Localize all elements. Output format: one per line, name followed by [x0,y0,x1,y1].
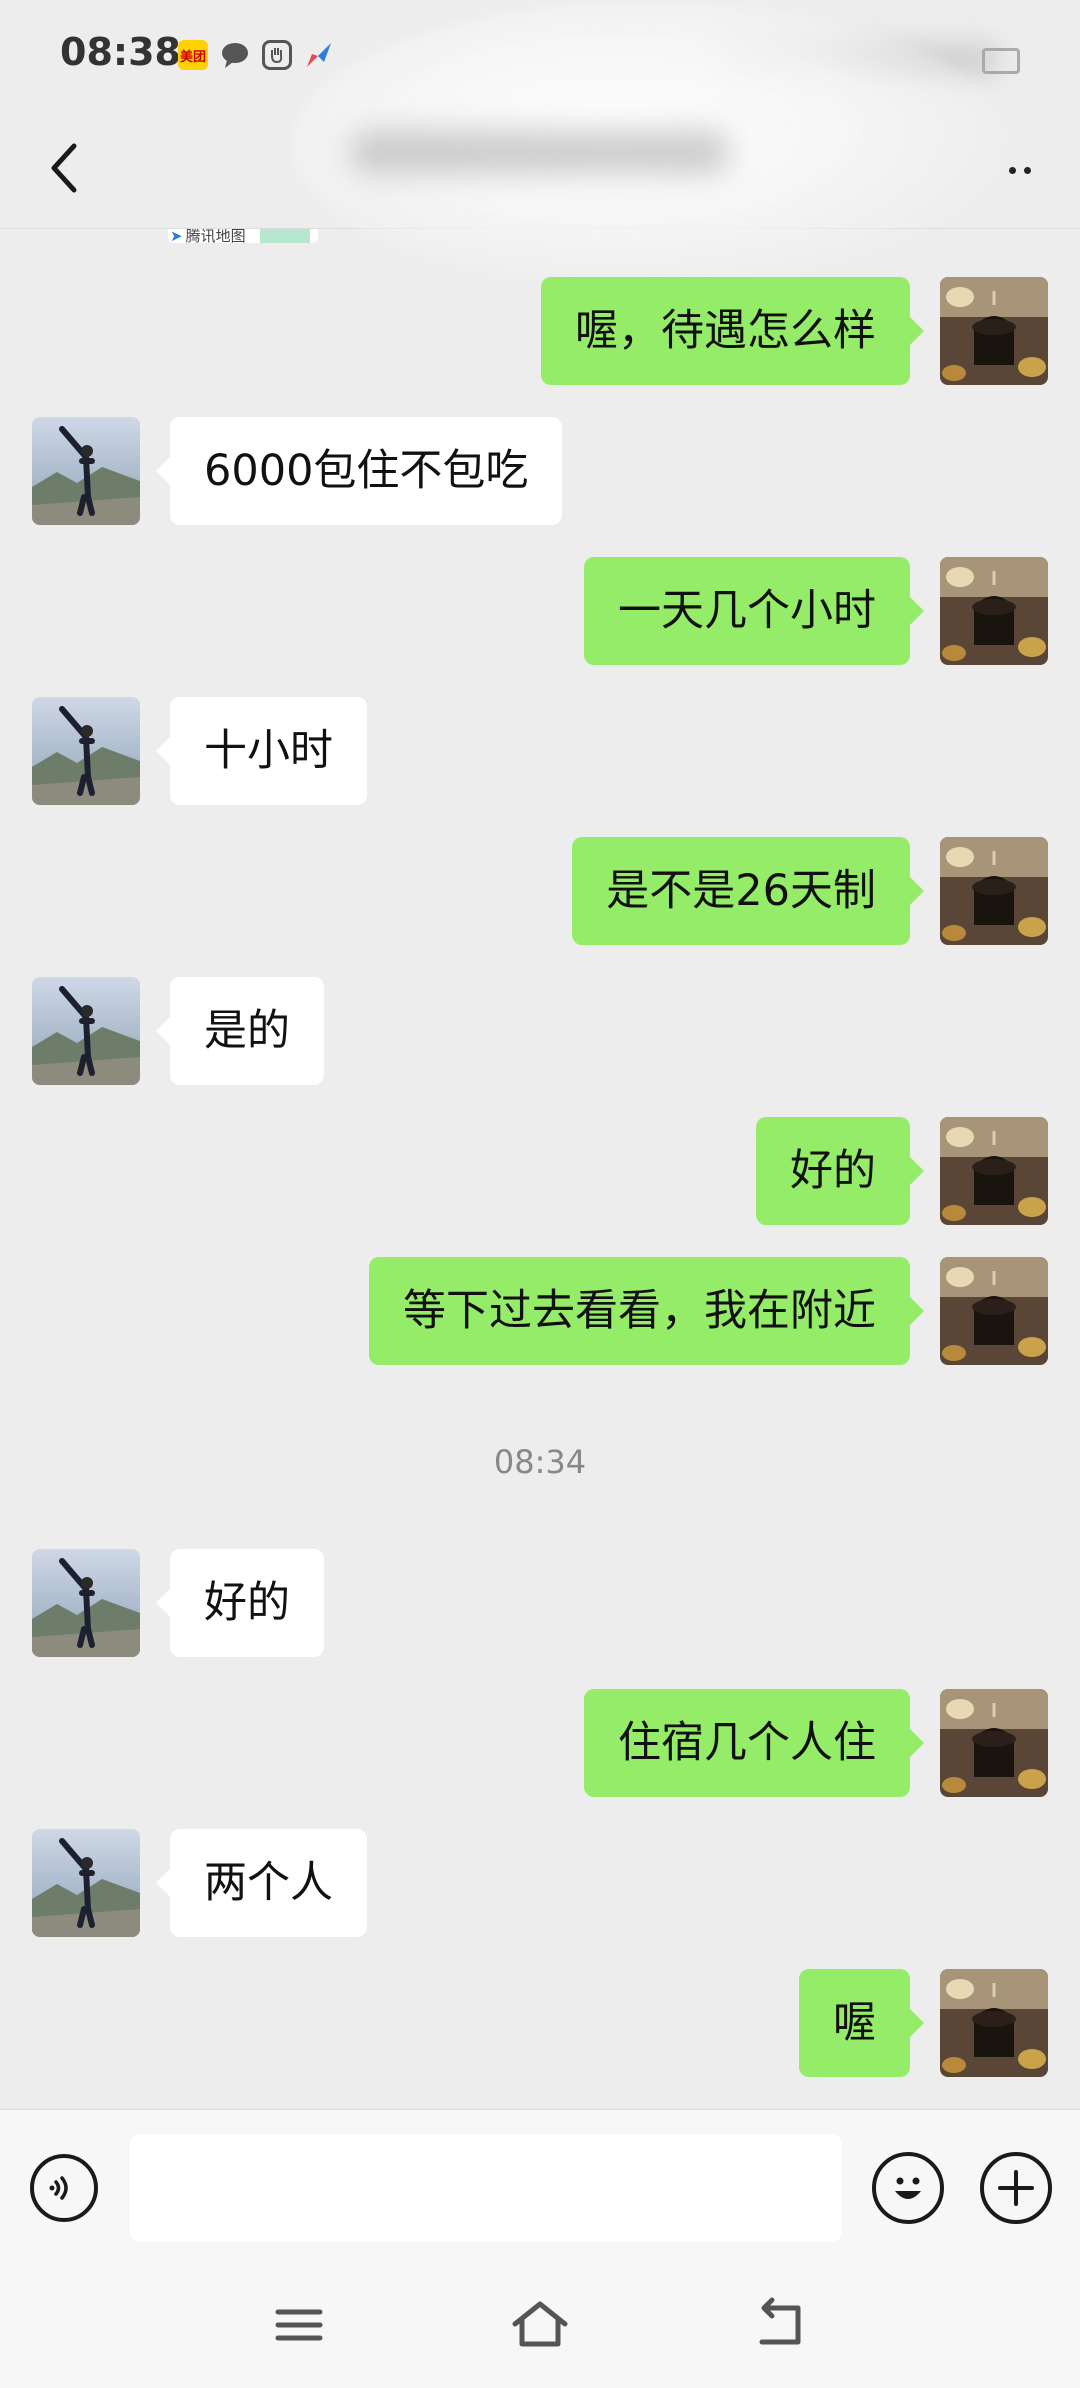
system-nav-bar [0,2264,1080,2388]
back-button[interactable] [36,132,96,204]
chat-bubble-icon [220,40,250,70]
voice-button[interactable] [30,2154,98,2222]
my-avatar-image [940,1117,1048,1225]
my-avatar-image [940,557,1048,665]
battery-icon [982,48,1020,74]
message-bubble[interactable]: 十小时 [156,697,367,805]
sent-message: 喔，待遇怎么样 [0,277,1080,385]
menu-nav-button[interactable] [264,2290,334,2360]
my-avatar[interactable] [940,1257,1048,1365]
contact-avatar[interactable] [32,697,140,805]
message-bubble[interactable]: 等下过去看看，我在附近 [369,1257,924,1365]
message-bubble[interactable]: 6000包住不包吃 [155,417,563,525]
message-bubble[interactable]: 住宿几个人住 [584,1689,924,1797]
my-avatar[interactable] [940,277,1048,385]
hand-icon [262,40,292,70]
chevron-left-icon [51,143,77,193]
received-message: 十小时 [0,697,1080,805]
status-time: 08:38 [60,30,181,74]
message-bubble[interactable]: 是的 [156,977,324,1085]
more-dots-icon [1009,166,1016,174]
my-avatar[interactable] [940,1969,1048,2077]
sent-message: 一天几个小时 [0,557,1080,665]
meituan-label: 美团 [179,49,206,65]
my-avatar[interactable] [940,1117,1048,1225]
back-nav-icon [759,2297,801,2345]
map-card-preview [260,229,310,243]
received-message: 好的 [0,1549,1080,1657]
contact-avatar-image [32,977,140,1085]
my-avatar-image [940,1969,1048,2077]
input-bar [0,2109,1080,2265]
menu-icon [275,2309,323,2341]
sent-message: 等下过去看看，我在附近 [0,1257,1080,1365]
contact-avatar[interactable] [32,417,140,525]
sent-message: 住宿几个人住 [0,1689,1080,1797]
my-avatar[interactable] [940,837,1048,945]
message-bubble[interactable]: 喔 [799,1969,924,2077]
contact-avatar-image [32,1549,140,1657]
plus-icon [998,2170,1034,2206]
map-pin-icon: ➤ [170,229,183,245]
blurred-contact-name [350,130,730,174]
message-bubble[interactable]: 两个人 [156,1829,367,1937]
sent-message: 喔 [0,1969,1080,2077]
contact-avatar-image [32,417,140,525]
contact-avatar[interactable] [32,1829,140,1937]
my-avatar-image [940,837,1048,945]
home-icon [512,2301,568,2347]
sent-message: 是不是26天制 [0,837,1080,945]
airplane-app-icon [304,40,334,70]
received-message: 6000包住不包吃 [0,417,1080,525]
my-avatar[interactable] [940,557,1048,665]
message-bubble[interactable]: 是不是26天制 [572,837,924,945]
contact-avatar-image [32,697,140,805]
received-message: 是的 [0,977,1080,1085]
message-bubble[interactable]: 好的 [756,1117,924,1225]
back-nav-button[interactable] [746,2290,816,2360]
emoji-button[interactable] [872,2152,944,2224]
contact-avatar[interactable] [32,977,140,1085]
my-avatar[interactable] [940,1689,1048,1797]
contact-avatar-image [32,1829,140,1937]
meituan-icon: 美团 [178,40,208,70]
message-input[interactable] [130,2134,842,2242]
my-avatar-image [940,277,1048,385]
emoji-icon [895,2177,921,2199]
map-attribution: ➤ 腾讯地图 [170,229,246,246]
message-timestamp: 08:34 [493,1443,587,1481]
map-attribution-text: 腾讯地图 [185,229,246,245]
received-message: 两个人 [0,1829,1080,1937]
message-bubble[interactable]: 好的 [156,1549,324,1657]
my-avatar-image [940,1689,1048,1797]
message-bubble[interactable]: 一天几个小时 [584,557,924,665]
status-icons: 美团 [178,40,334,70]
message-bubble[interactable]: 喔，待遇怎么样 [541,277,924,385]
more-dots-icon [1024,166,1031,174]
chat-messages[interactable]: ➤ 腾讯地图 喔，待遇怎么样 6000包住不包吃 一天几个小时十小时是不是26天制是的… [0,229,1080,2109]
home-nav-button[interactable] [505,2290,575,2360]
plus-button[interactable] [980,2152,1052,2224]
my-avatar-image [940,1257,1048,1365]
voice-icon [49,2176,68,2200]
sent-message: 好的 [0,1117,1080,1225]
contact-avatar[interactable] [32,1549,140,1657]
